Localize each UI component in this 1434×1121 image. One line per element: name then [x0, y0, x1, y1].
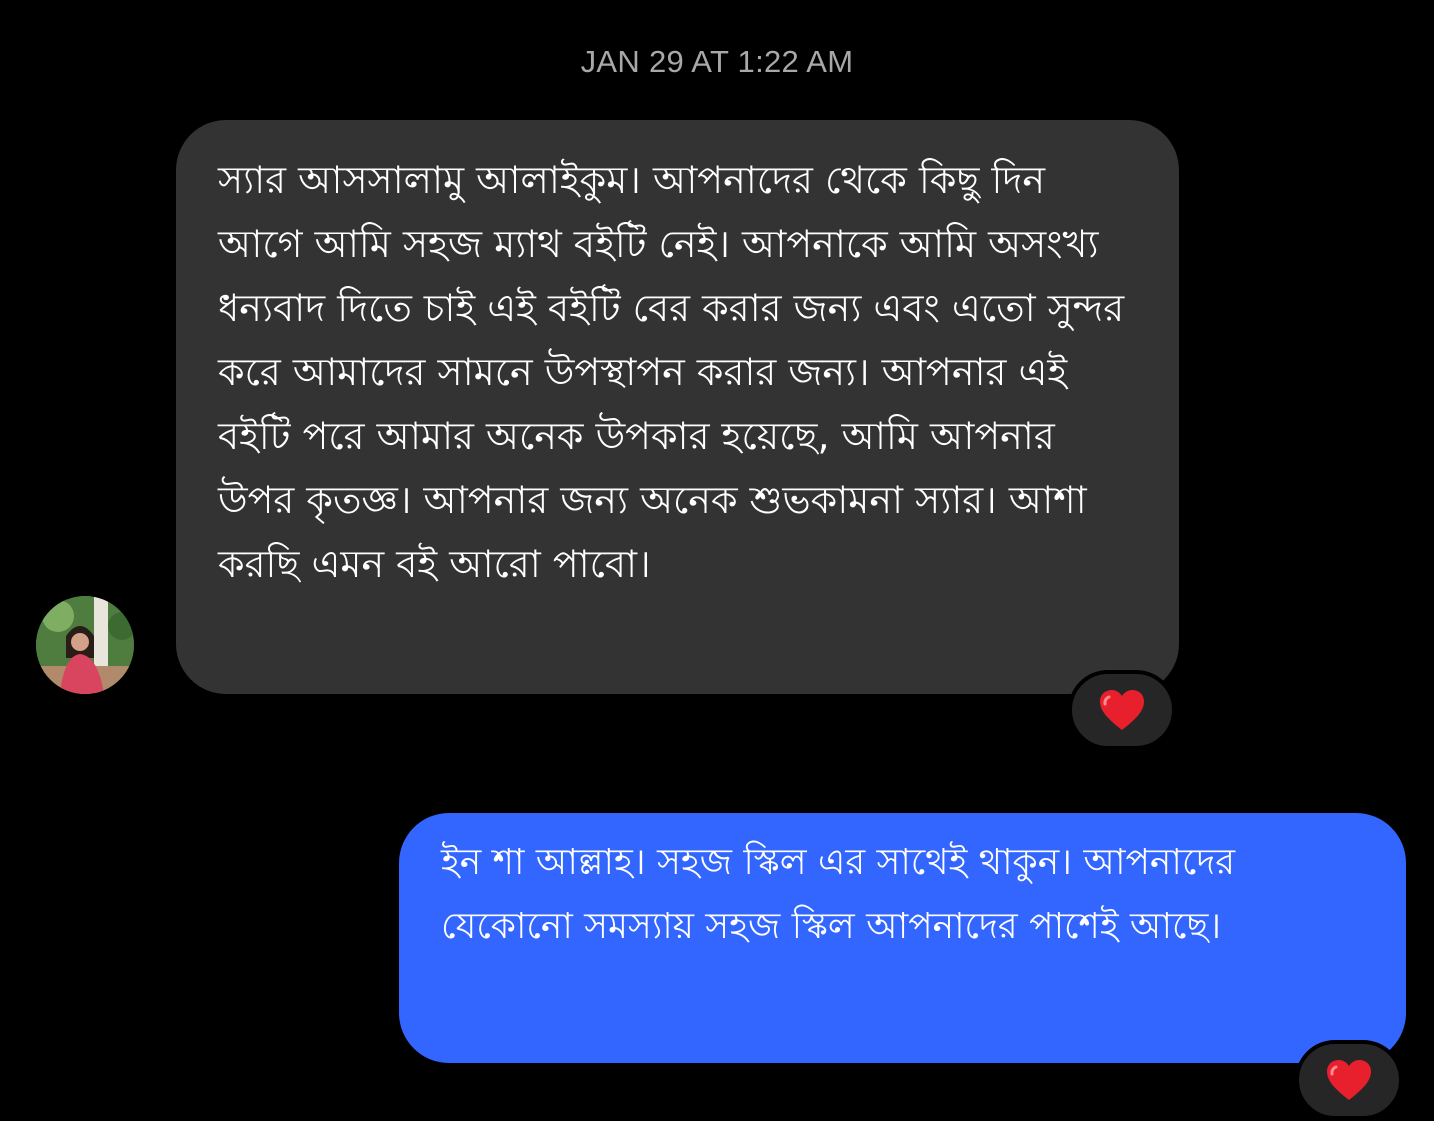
outgoing-message-text: ইন শা আল্লাহ। সহজ স্কিল এর সাথেই থাকুন। …: [441, 842, 1236, 947]
heart-icon: [1327, 1060, 1371, 1100]
outgoing-message-bubble[interactable]: ইন শা আল্লাহ। সহজ স্কিল এর সাথেই থাকুন। …: [399, 813, 1406, 1063]
incoming-message-bubble[interactable]: স্যার আসসালামু আলাইকুম। আপনাদের থেকে কিছ…: [176, 120, 1179, 694]
incoming-message-text: স্যার আসসালামু আলাইকুম। আপনাদের থেকে কিছ…: [218, 158, 1125, 586]
heart-icon: [1100, 690, 1144, 730]
incoming-message-reaction[interactable]: [1068, 670, 1176, 750]
sender-avatar[interactable]: [36, 596, 134, 694]
avatar-photo-icon: [36, 596, 134, 694]
outgoing-message-reaction[interactable]: [1295, 1040, 1403, 1120]
message-timestamp: JAN 29 AT 1:22 AM: [580, 44, 854, 79]
